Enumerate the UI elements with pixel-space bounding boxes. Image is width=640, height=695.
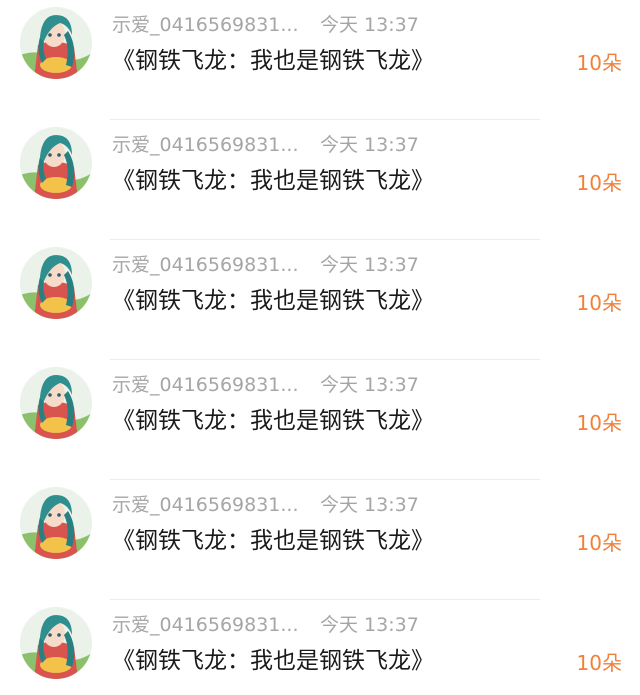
item-meta: 示爱_0416569831... 今天 13:37 [112,12,419,38]
gift-count: 10朵 [576,51,622,75]
gift-count: 10朵 [576,171,622,195]
item-meta: 示爱_0416569831... 今天 13:37 [112,372,419,398]
item-meta: 示爱_0416569831... 今天 13:37 [112,252,419,278]
list-item[interactable]: 示爱_0416569831... 今天 13:37 《钢铁飞龙：我也是钢铁飞龙》… [0,480,640,600]
item-title[interactable]: 《钢铁飞龙：我也是钢铁飞龙》 [112,404,434,438]
item-title[interactable]: 《钢铁飞龙：我也是钢铁飞龙》 [112,644,434,678]
item-meta: 示爱_0416569831... 今天 13:37 [112,612,419,638]
avatar[interactable] [20,607,92,679]
anime-character-avatar-icon [20,487,92,559]
anime-character-avatar-icon [20,247,92,319]
list-item[interactable]: 示爱_0416569831... 今天 13:37 《钢铁飞龙：我也是钢铁飞龙》… [0,600,640,695]
timestamp: 今天 13:37 [320,614,419,636]
username[interactable]: 示爱_0416569831... [112,614,299,636]
timestamp: 今天 13:37 [320,494,419,516]
item-meta: 示爱_0416569831... 今天 13:37 [112,492,419,518]
username[interactable]: 示爱_0416569831... [112,134,299,156]
anime-character-avatar-icon [20,7,92,79]
gift-record-list: 示爱_0416569831... 今天 13:37 《钢铁飞龙：我也是钢铁飞龙》… [0,0,640,695]
item-title[interactable]: 《钢铁飞龙：我也是钢铁飞龙》 [112,284,434,318]
timestamp: 今天 13:37 [320,134,419,156]
anime-character-avatar-icon [20,127,92,199]
timestamp: 今天 13:37 [320,254,419,276]
list-item[interactable]: 示爱_0416569831... 今天 13:37 《钢铁飞龙：我也是钢铁飞龙》… [0,0,640,120]
anime-character-avatar-icon [20,607,92,679]
gift-count: 10朵 [576,651,622,675]
item-title[interactable]: 《钢铁飞龙：我也是钢铁飞龙》 [112,164,434,198]
list-item[interactable]: 示爱_0416569831... 今天 13:37 《钢铁飞龙：我也是钢铁飞龙》… [0,120,640,240]
item-title[interactable]: 《钢铁飞龙：我也是钢铁飞龙》 [112,44,434,78]
gift-count: 10朵 [576,531,622,555]
avatar[interactable] [20,487,92,559]
timestamp: 今天 13:37 [320,14,419,36]
gift-count: 10朵 [576,291,622,315]
username[interactable]: 示爱_0416569831... [112,494,299,516]
username[interactable]: 示爱_0416569831... [112,374,299,396]
item-meta: 示爱_0416569831... 今天 13:37 [112,132,419,158]
timestamp: 今天 13:37 [320,374,419,396]
username[interactable]: 示爱_0416569831... [112,14,299,36]
avatar[interactable] [20,247,92,319]
username[interactable]: 示爱_0416569831... [112,254,299,276]
list-item[interactable]: 示爱_0416569831... 今天 13:37 《钢铁飞龙：我也是钢铁飞龙》… [0,360,640,480]
avatar[interactable] [20,7,92,79]
gift-count: 10朵 [576,411,622,435]
avatar[interactable] [20,367,92,439]
list-item[interactable]: 示爱_0416569831... 今天 13:37 《钢铁飞龙：我也是钢铁飞龙》… [0,240,640,360]
anime-character-avatar-icon [20,367,92,439]
item-title[interactable]: 《钢铁飞龙：我也是钢铁飞龙》 [112,524,434,558]
avatar[interactable] [20,127,92,199]
